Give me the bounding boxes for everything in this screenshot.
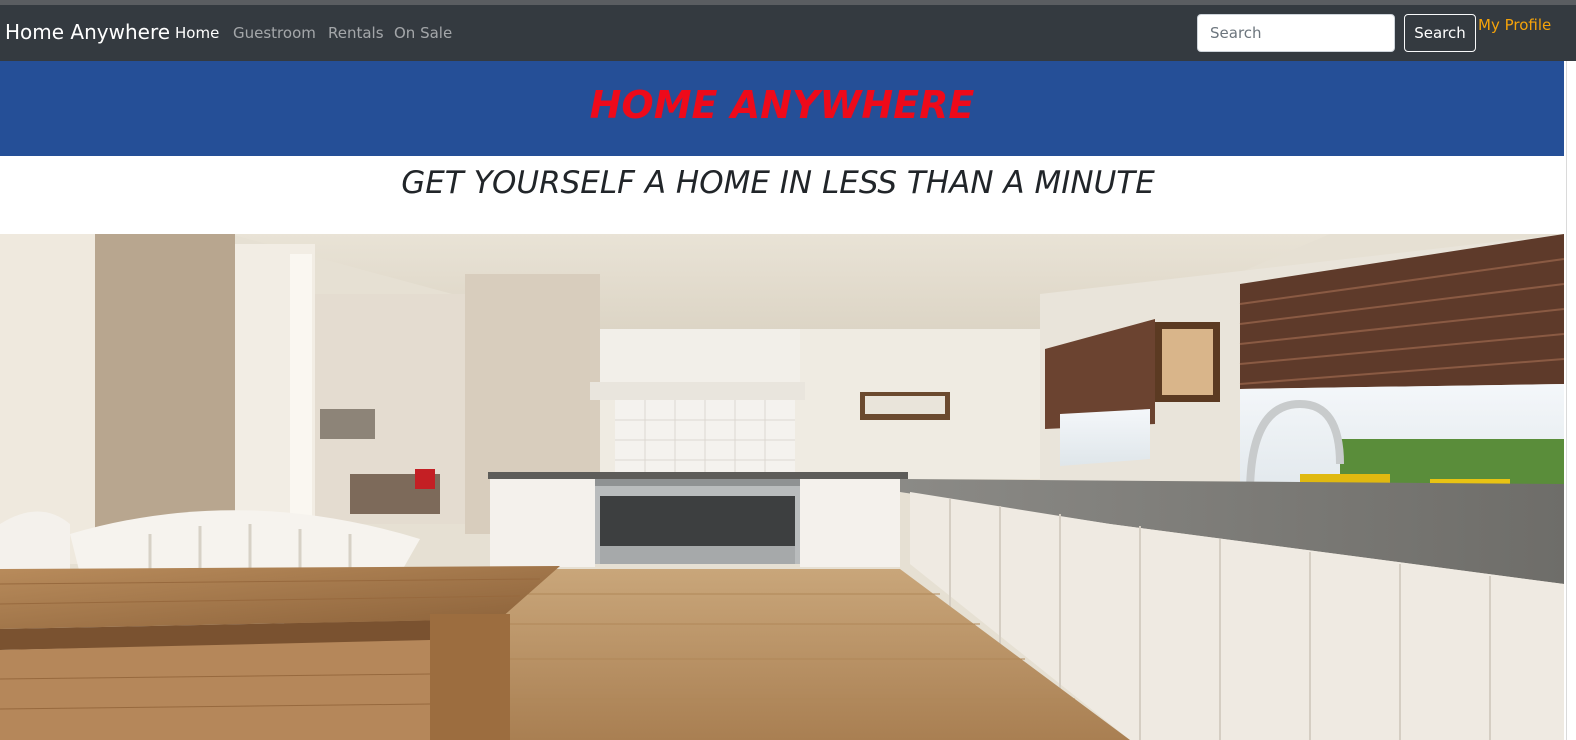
hero-tagline: GET YOURSELF A HOME IN LESS THAN A MINUT… (401, 165, 1155, 201)
nav-link-guestroom[interactable]: Guestroom (233, 24, 316, 42)
hero-banner: HOME ANYWHERE (0, 61, 1564, 156)
top-navbar: Home Anywhere Home Guestroom Rentals On … (0, 5, 1576, 61)
my-profile-link[interactable]: My Profile (1478, 16, 1551, 34)
kitchen-photo (0, 234, 1564, 740)
nav-link-home[interactable]: Home (175, 24, 219, 42)
scrollbar-track (1566, 61, 1567, 740)
nav-link-rentals[interactable]: Rentals (328, 24, 384, 42)
brand-link[interactable]: Home Anywhere (5, 20, 170, 44)
nav-link-on-sale[interactable]: On Sale (394, 24, 452, 42)
page-scrollbar[interactable] (1564, 61, 1576, 740)
search-button[interactable]: Search (1404, 14, 1476, 52)
hero-title: HOME ANYWHERE (589, 83, 975, 127)
search-input[interactable] (1197, 14, 1395, 52)
